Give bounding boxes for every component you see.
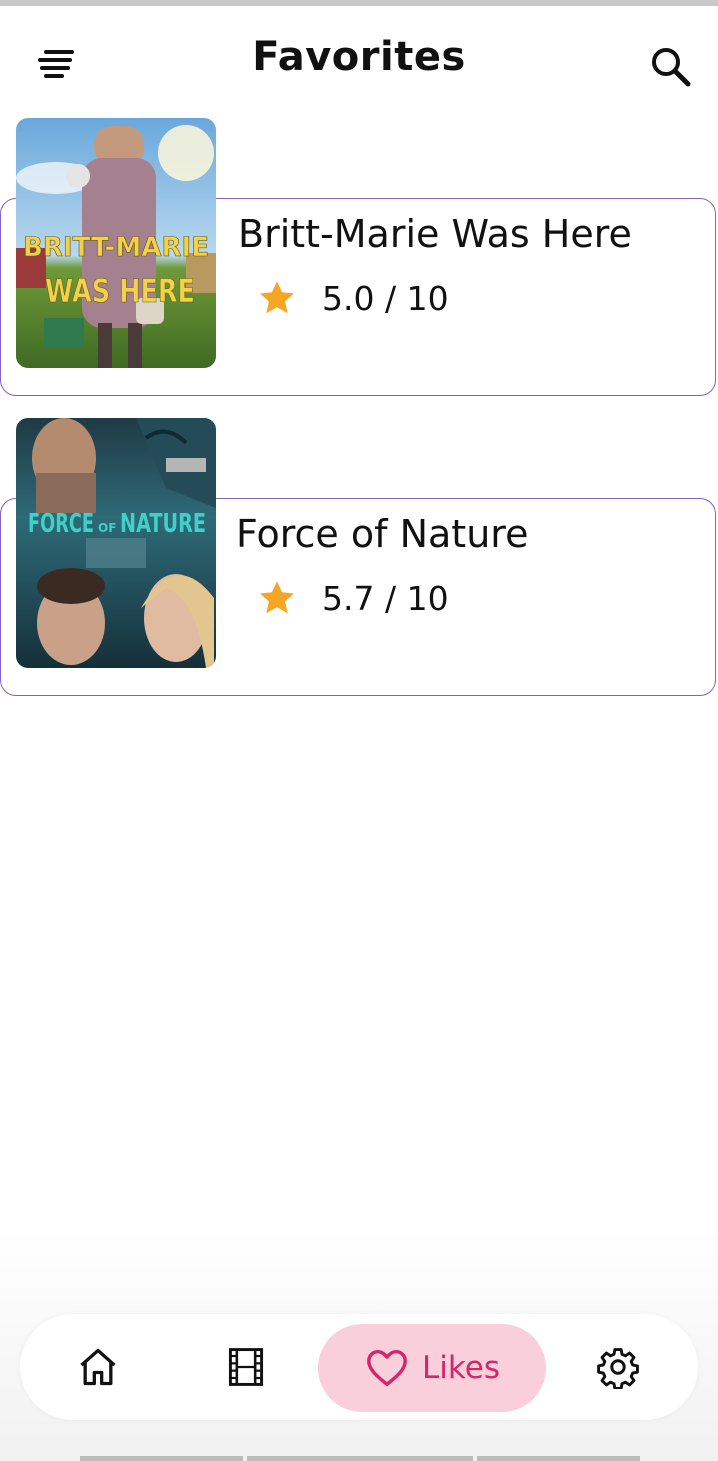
rating-value: 5.7 / 10 [322,578,449,618]
favorite-item[interactable]: BRITT-MARIE WAS HERE Britt-Marie Was Her… [0,118,718,398]
gesture-bar [477,1456,640,1461]
poster-title-line-2: OF [98,521,116,535]
nav-likes-label: Likes [422,1350,500,1386]
star-icon [260,281,294,314]
poster-title-line-1: BRITT-MARIE [23,232,209,263]
poster-title-line-3: NATURE [120,509,206,539]
movie-title: Force of Nature [236,512,529,556]
search-button[interactable] [646,42,694,90]
page-title: Favorites [252,34,466,80]
search-icon [652,48,691,87]
rating: 5.0 / 10 [256,276,449,320]
nav-settings[interactable] [596,1314,646,1420]
movie-poster[interactable]: BRITT-MARIE WAS HERE [16,118,216,368]
rating: 5.7 / 10 [256,576,449,620]
heart-icon [367,1349,407,1387]
movie-poster[interactable]: FORCE OF NATURE [16,418,216,668]
bottom-nav: Likes [20,1314,698,1420]
home-icon [80,1348,116,1386]
nav-likes[interactable]: Likes [318,1324,546,1412]
poster-title-line-2: WAS HERE [45,272,195,310]
movie-title: Britt-Marie Was Here [238,212,632,256]
film-icon [228,1348,264,1386]
gear-icon [597,1348,639,1390]
nav-movies[interactable] [224,1314,274,1420]
rating-value: 5.0 / 10 [322,278,449,318]
star-icon [260,581,294,614]
poster-title-line-1: FORCE [28,509,94,539]
favorite-item[interactable]: FORCE OF NATURE Force of Nature 5.7 / 10 [0,418,718,698]
nav-home[interactable] [76,1314,126,1420]
gesture-bar [80,1456,243,1461]
gesture-bar [247,1456,473,1461]
app-header: Favorites [0,6,718,112]
